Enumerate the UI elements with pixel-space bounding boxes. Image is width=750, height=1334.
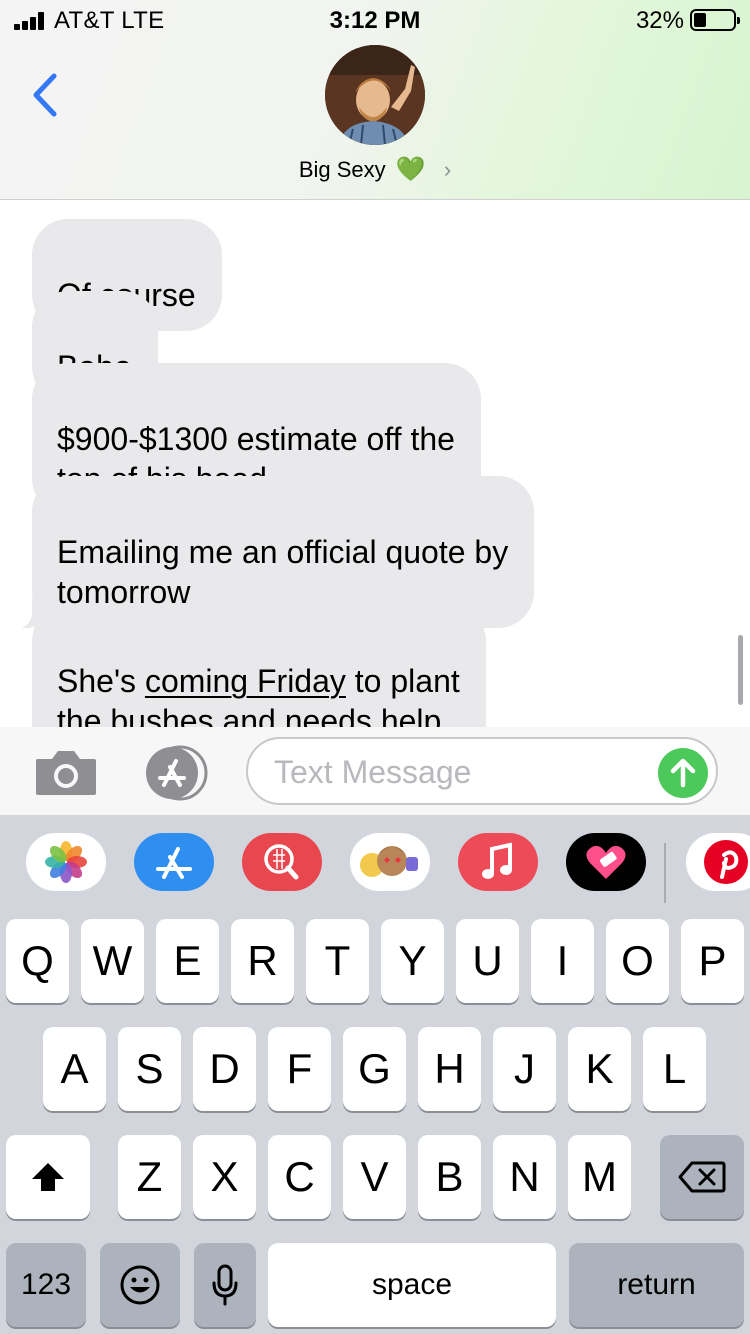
key-z[interactable]: Z xyxy=(118,1135,181,1219)
photos-app-button[interactable] xyxy=(26,833,106,891)
key-g[interactable]: G xyxy=(343,1027,406,1111)
pinterest-app-button[interactable] xyxy=(686,833,750,891)
key-q[interactable]: Q xyxy=(6,919,69,1003)
key-f[interactable]: F xyxy=(268,1027,331,1111)
return-key[interactable]: return xyxy=(569,1243,744,1327)
send-button[interactable] xyxy=(658,748,708,798)
key-o[interactable]: O xyxy=(606,919,669,1003)
microphone-icon xyxy=(212,1264,238,1306)
chevron-left-icon xyxy=(33,73,57,117)
message-text-prefix: She's xyxy=(57,663,145,699)
key-r[interactable]: R xyxy=(231,919,294,1003)
app-drawer-button[interactable] xyxy=(140,745,212,801)
key-v[interactable]: V xyxy=(343,1135,406,1219)
contact-name-button[interactable]: Big Sexy 💚 › xyxy=(0,155,750,184)
app-store-icon xyxy=(146,745,208,801)
key-t[interactable]: T xyxy=(306,919,369,1003)
delete-key[interactable] xyxy=(660,1135,744,1219)
memoji-icon xyxy=(360,846,418,877)
status-bar: AT&T LTE 3:12 PM 32% xyxy=(0,0,750,40)
emoji-icon xyxy=(120,1265,160,1305)
numbers-key[interactable]: 123 xyxy=(6,1243,86,1327)
photos-icon xyxy=(45,841,87,883)
heart-app-button[interactable] xyxy=(566,833,646,891)
camera-button[interactable] xyxy=(34,747,98,797)
key-l[interactable]: L xyxy=(643,1027,706,1111)
key-x[interactable]: X xyxy=(193,1135,256,1219)
message-input-placeholder: Text Message xyxy=(274,754,472,790)
key-b[interactable]: B xyxy=(418,1135,481,1219)
camera-icon xyxy=(36,751,96,795)
contact-name: Big Sexy xyxy=(298,157,386,182)
message-thread[interactable]: Of course Babe $900-$1300 estimate off t… xyxy=(0,200,750,727)
app-store-app-button[interactable] xyxy=(134,833,214,891)
dictation-key[interactable] xyxy=(194,1243,256,1327)
battery-icon xyxy=(690,9,740,31)
key-e[interactable]: E xyxy=(156,919,219,1003)
key-w[interactable]: W xyxy=(81,919,144,1003)
backspace-icon xyxy=(678,1161,726,1193)
arrow-up-icon xyxy=(670,758,696,788)
search-images-icon xyxy=(264,844,299,880)
key-c[interactable]: C xyxy=(268,1135,331,1219)
key-k[interactable]: K xyxy=(568,1027,631,1111)
scroll-indicator xyxy=(738,635,743,705)
battery-percent: 32% xyxy=(635,7,684,34)
key-s[interactable]: S xyxy=(118,1027,181,1111)
compose-bar: Text Message xyxy=(0,727,750,815)
back-button[interactable] xyxy=(26,70,66,120)
imessage-app-strip xyxy=(0,815,750,915)
shift-key[interactable] xyxy=(6,1135,90,1219)
memoji-app-button[interactable] xyxy=(350,833,430,891)
emoji-key[interactable] xyxy=(100,1243,180,1327)
chevron-right-icon: › xyxy=(443,157,452,182)
music-app-button[interactable] xyxy=(458,833,538,891)
heart-app-icon xyxy=(586,845,626,879)
key-h[interactable]: H xyxy=(418,1027,481,1111)
app-strip-divider xyxy=(664,843,666,903)
key-m[interactable]: M xyxy=(568,1135,631,1219)
message-text: Emailing me an official quote by tomorro… xyxy=(57,534,509,610)
space-key[interactable]: space xyxy=(268,1243,556,1327)
key-y[interactable]: Y xyxy=(381,919,444,1003)
date-link[interactable]: coming Friday xyxy=(145,663,346,699)
battery-fill xyxy=(694,13,706,27)
green-heart-emoji: 💚 xyxy=(395,156,426,183)
pinterest-icon xyxy=(704,840,748,884)
contact-avatar[interactable] xyxy=(325,45,425,145)
message-bubble[interactable]: She's coming Friday to plant the bushes … xyxy=(32,605,486,727)
conversation-header: AT&T LTE 3:12 PM 32% Big Sexy 💚 › xyxy=(0,0,750,200)
keyboard: Q W E R T Y U I O P A S D F G H J K L Z … xyxy=(0,915,750,1334)
key-i[interactable]: I xyxy=(531,919,594,1003)
key-j[interactable]: J xyxy=(493,1027,556,1111)
key-n[interactable]: N xyxy=(493,1135,556,1219)
image-search-app-button[interactable] xyxy=(242,833,322,891)
key-p[interactable]: P xyxy=(681,919,744,1003)
music-note-icon xyxy=(482,842,512,879)
key-d[interactable]: D xyxy=(193,1027,256,1111)
key-a[interactable]: A xyxy=(43,1027,106,1111)
avatar-photo xyxy=(325,45,425,145)
shift-arrow-icon xyxy=(32,1163,64,1191)
app-store-icon xyxy=(156,847,192,879)
key-u[interactable]: U xyxy=(456,919,519,1003)
message-input[interactable]: Text Message xyxy=(246,737,718,805)
